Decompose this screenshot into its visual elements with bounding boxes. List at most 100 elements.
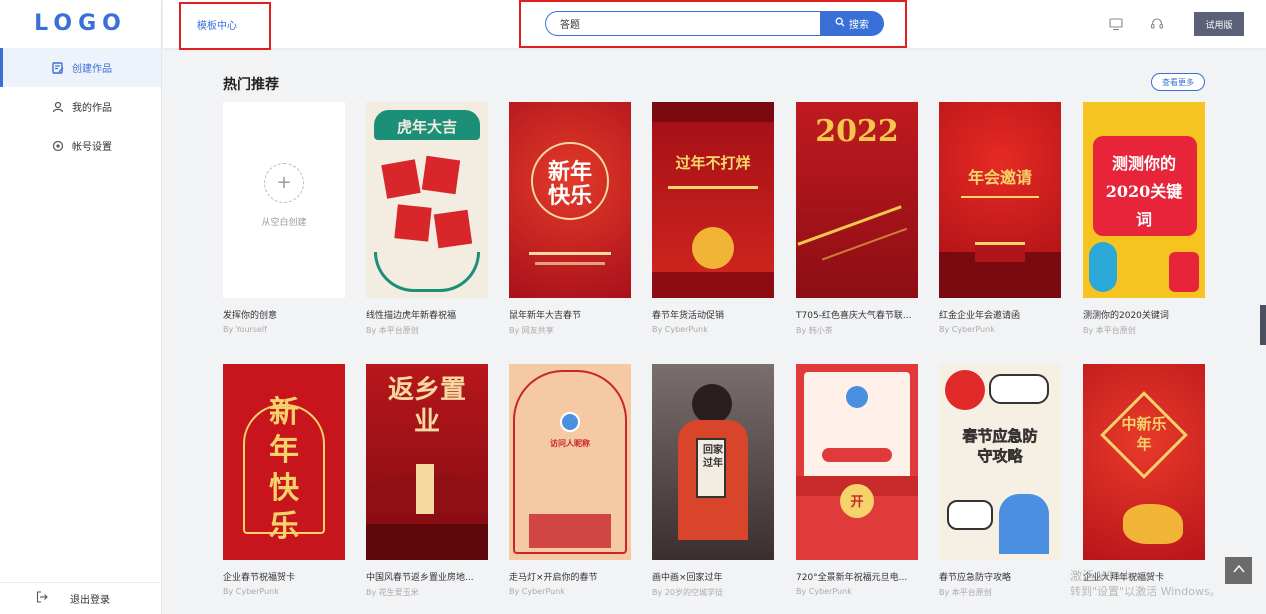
card-title: 画中画×回家过年 (652, 573, 723, 583)
logo: LOGO (34, 10, 127, 36)
card-title: 测测你的2020关键词 (1083, 311, 1169, 321)
card-title: 鼠年新年大吉春节 (509, 311, 582, 321)
poster-heading: 过年不打烊 (675, 154, 751, 172)
sidebar-item-account-settings[interactable]: 帐号设置 (0, 126, 161, 165)
template-card-blank[interactable]: + 从空白创建 发挥你的创意 By Yourself (223, 102, 345, 334)
search-button-label: 搜索 (849, 20, 869, 31)
template-thumbnail[interactable]: 春节应急防守攻略 (939, 364, 1061, 560)
template-thumbnail[interactable]: 虎年大吉 (366, 102, 488, 298)
settings-icon (52, 140, 64, 152)
template-thumbnail[interactable]: 访问人昵称 (509, 364, 631, 560)
template-card[interactable]: 测测你的2020关键词 测测你的2020关键词 By 本平台原创 (1083, 102, 1205, 336)
card-author: By 本平台原创 (939, 588, 992, 597)
card-title: 企业春节祝福贺卡 (223, 573, 296, 583)
section-title-hot: 热门推荐 (223, 77, 279, 93)
card-author: By 韩小茶 (796, 326, 833, 335)
card-author: By CyberPunk (223, 587, 279, 596)
headset-icon[interactable] (1149, 16, 1165, 32)
poster-heading: 开 (850, 495, 864, 510)
card-title: 发挥你的创意 (223, 311, 278, 321)
search-icon (835, 17, 845, 30)
sidebar-item-label: 创建作品 (72, 64, 112, 75)
template-thumbnail[interactable]: 返乡置业 (366, 364, 488, 560)
logout-icon (36, 591, 48, 606)
poster-heading: 返乡置业 (388, 375, 467, 437)
poster-heading: 年会邀请 (967, 168, 1032, 187)
top-header: 模板中心 搜索 试用版 (163, 0, 1266, 50)
sidebar-item-create[interactable]: 创建作品 (0, 48, 161, 87)
poster-heading: 虎年大吉 (396, 118, 457, 136)
windows-activation-watermark: 激活 Windows 转到"设置"以激活 Windows。 (1070, 568, 1221, 600)
watermark-line1: 激活 Windows (1070, 569, 1152, 583)
template-card[interactable]: 返乡置业 中国风春节返乡置业房地... By 花生爱玉米 (366, 364, 488, 598)
card-author: By 网友共享 (509, 326, 554, 335)
template-card[interactable]: 2022 T705-红色喜庆大气春节联... By 韩小茶 (796, 102, 918, 336)
back-to-top-button[interactable] (1225, 557, 1252, 584)
card-author: By CyberPunk (509, 587, 565, 596)
poster-heading: 中新乐年 (1121, 415, 1167, 453)
template-card[interactable]: 访问人昵称 走马灯×开启你的春节 By CyberPunk (509, 364, 631, 596)
card-author: By 20岁的空城学徒 (652, 588, 723, 597)
monitor-icon[interactable] (1108, 16, 1124, 32)
poster-heading: 2022 (815, 114, 899, 149)
card-author: By CyberPunk (652, 325, 708, 334)
poster-heading: 测测你的2020关键词 (1105, 154, 1183, 229)
card-title: 春节年货活动促销 (652, 311, 725, 321)
logout-label: 退出登录 (70, 595, 110, 606)
template-card[interactable]: 新年快乐 鼠年新年大吉春节 By 网友共享 (509, 102, 631, 336)
blank-create-label: 从空白创建 (261, 217, 307, 228)
search-button[interactable]: 搜索 (820, 11, 884, 36)
template-thumbnail[interactable]: 回家过年 (652, 364, 774, 560)
template-thumbnail[interactable]: 过年不打烊 (652, 102, 774, 298)
card-author: By 本平台原创 (366, 326, 419, 335)
template-card[interactable]: 新年快乐 企业春节祝福贺卡 By CyberPunk (223, 364, 345, 596)
breadcrumb-template-center[interactable]: 模板中心 (197, 17, 237, 32)
template-card[interactable]: 虎年大吉 线性描边虎年新春祝福 By 本平台原创 (366, 102, 488, 336)
template-card[interactable]: 开 720°全景新年祝福元旦电... By CyberPunk (796, 364, 918, 596)
card-author: By Yourself (223, 325, 267, 334)
poster-heading: 春节应急防守攻略 (962, 427, 1038, 466)
sidebar: LOGO 创建作品 我的作品 帐号设置 退出登录 (0, 0, 162, 614)
template-thumbnail[interactable]: 测测你的2020关键词 (1083, 102, 1205, 298)
sidebar-item-label: 帐号设置 (72, 142, 112, 153)
card-author: By CyberPunk (939, 325, 995, 334)
card-title: 线性描边虎年新春祝福 (366, 311, 457, 321)
chevron-up-icon (1232, 561, 1246, 580)
plus-icon: + (264, 162, 304, 203)
trial-version-badge[interactable]: 试用版 (1194, 12, 1244, 36)
side-feedback-tab[interactable] (1260, 305, 1266, 345)
card-title: 720°全景新年祝福元旦电... (796, 573, 908, 583)
template-thumbnail[interactable]: 中新乐年 (1083, 364, 1205, 560)
card-author: By 本平台原创 (1083, 326, 1136, 335)
card-title: T705-红色喜庆大气春节联... (796, 311, 912, 321)
poster-heading: 新年快乐 (547, 159, 592, 209)
see-more-button[interactable]: 查看更多 (1151, 73, 1205, 91)
edit-icon (52, 61, 64, 74)
card-title: 春节应急防守攻略 (939, 573, 1012, 583)
card-title: 红金企业年会邀请函 (939, 311, 1021, 321)
template-thumbnail[interactable]: 新年快乐 (509, 102, 631, 298)
card-author: By 花生爱玉米 (366, 588, 419, 597)
poster-heading: 访问人昵称 (550, 438, 590, 448)
template-thumbnail[interactable]: 年会邀请 (939, 102, 1061, 298)
sidebar-menu: 创建作品 我的作品 帐号设置 (0, 48, 161, 165)
user-icon (52, 101, 64, 113)
sidebar-item-label: 我的作品 (72, 103, 112, 114)
template-thumbnail[interactable]: 2022 (796, 102, 918, 298)
template-card[interactable]: 年会邀请 红金企业年会邀请函 By CyberPunk (939, 102, 1061, 334)
card-author: By CyberPunk (796, 587, 852, 596)
template-card[interactable]: 春节应急防守攻略 春节应急防守攻略 By 本平台原创 (939, 364, 1061, 598)
template-thumbnail[interactable]: 开 (796, 364, 918, 560)
template-card[interactable]: 中新乐年 企业大拜年祝福贺卡 (1083, 364, 1205, 587)
sidebar-item-my-works[interactable]: 我的作品 (0, 87, 161, 126)
blank-create-thumb[interactable]: + 从空白创建 (223, 102, 345, 298)
logout-button[interactable]: 退出登录 (0, 582, 161, 614)
template-card[interactable]: 过年不打烊 春节年货活动促销 By CyberPunk (652, 102, 774, 334)
template-thumbnail[interactable]: 新年快乐 (223, 364, 345, 560)
poster-heading: 新年快乐 (269, 395, 299, 544)
poster-heading: 回家过年 (703, 445, 723, 469)
search-input[interactable] (545, 11, 821, 36)
watermark-line2: 转到"设置"以激活 Windows。 (1070, 585, 1221, 598)
card-title: 中国风春节返乡置业房地... (366, 573, 474, 583)
template-card[interactable]: 回家过年 画中画×回家过年 By 20岁的空城学徒 (652, 364, 774, 598)
